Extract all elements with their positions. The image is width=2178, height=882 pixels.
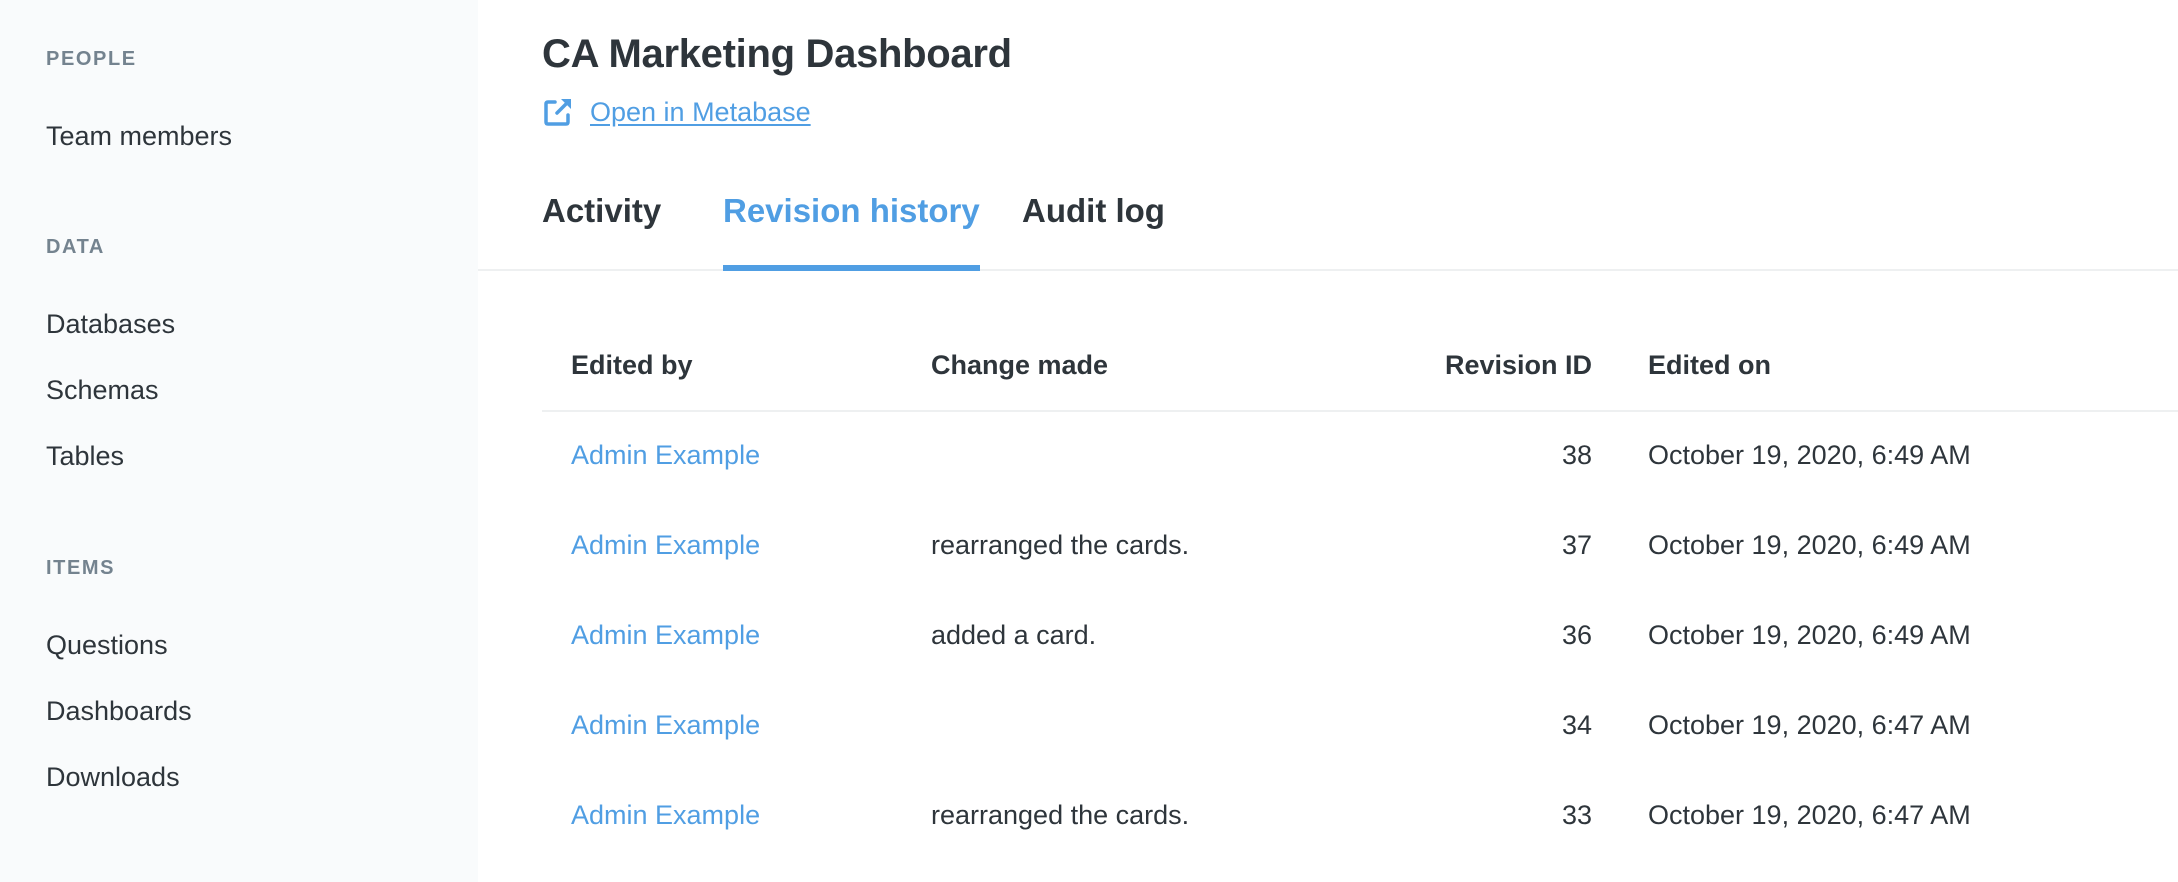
- table-header: Edited by Change made Revision ID Edited…: [542, 330, 2178, 412]
- revision-id: 38: [1561, 440, 1592, 470]
- page-title: CA Marketing Dashboard: [542, 32, 1012, 76]
- sidebar: PEOPLE Team members DATA Databases Schem…: [0, 0, 478, 882]
- tab-activity[interactable]: Activity: [542, 192, 661, 271]
- column-header-edited-on: Edited on: [1648, 350, 1771, 380]
- sidebar-item-schemas[interactable]: Schemas: [46, 375, 159, 406]
- tab-audit-log[interactable]: Audit log: [1022, 192, 1165, 271]
- editor-link[interactable]: Admin Example: [571, 440, 760, 471]
- change-made: rearranged the cards.: [931, 800, 1190, 830]
- edited-on: October 19, 2020, 6:47 AM: [1648, 800, 1971, 830]
- sidebar-heading-data: DATA: [46, 236, 105, 258]
- change-made: added a card.: [931, 620, 1097, 650]
- editor-link[interactable]: Admin Example: [571, 710, 760, 741]
- column-header-revision-id: Revision ID: [1444, 350, 1592, 380]
- table-row: Admin Example added a card. 36 October 1…: [542, 592, 2178, 682]
- column-header-edited-by: Edited by: [571, 350, 693, 380]
- column-header-change-made: Change made: [931, 350, 1109, 380]
- sidebar-item-databases[interactable]: Databases: [46, 309, 175, 340]
- edited-on: October 19, 2020, 6:49 AM: [1648, 440, 1971, 470]
- main-content: CA Marketing Dashboard Open in Metabase …: [478, 0, 2178, 882]
- edited-on: October 19, 2020, 6:49 AM: [1648, 620, 1971, 650]
- editor-link[interactable]: Admin Example: [571, 620, 760, 651]
- sidebar-heading-items: ITEMS: [46, 557, 116, 579]
- tab-revision-history[interactable]: Revision history: [723, 192, 980, 271]
- sidebar-item-team-members[interactable]: Team members: [46, 121, 232, 152]
- sidebar-item-downloads[interactable]: Downloads: [46, 762, 180, 793]
- sidebar-item-questions[interactable]: Questions: [46, 630, 168, 661]
- editor-link[interactable]: Admin Example: [571, 800, 760, 831]
- revision-id: 37: [1561, 530, 1592, 560]
- sidebar-item-tables[interactable]: Tables: [46, 441, 124, 472]
- table-row: Admin Example rearranged the cards. 33 O…: [542, 772, 2178, 862]
- edited-on: October 19, 2020, 6:49 AM: [1648, 530, 1971, 560]
- external-link-icon: [544, 99, 571, 126]
- table-row: Admin Example 34 October 19, 2020, 6:47 …: [542, 682, 2178, 772]
- change-made: rearranged the cards.: [931, 530, 1190, 560]
- tab-bar: Activity Revision history Audit log: [478, 180, 2178, 271]
- open-in-metabase-link[interactable]: Open in Metabase: [542, 96, 811, 128]
- sidebar-item-dashboards[interactable]: Dashboards: [46, 696, 192, 727]
- revision-history-table: Edited by Change made Revision ID Edited…: [542, 330, 2178, 862]
- open-in-metabase-label: Open in Metabase: [590, 96, 811, 127]
- table-row: Admin Example 38 October 19, 2020, 6:49 …: [542, 412, 2178, 502]
- editor-link[interactable]: Admin Example: [571, 530, 760, 561]
- revision-id: 36: [1561, 620, 1592, 650]
- edited-on: October 19, 2020, 6:47 AM: [1648, 710, 1971, 740]
- sidebar-heading-people: PEOPLE: [46, 48, 137, 70]
- revision-id: 33: [1561, 800, 1592, 830]
- table-row: Admin Example rearranged the cards. 37 O…: [542, 502, 2178, 592]
- revision-id: 34: [1561, 710, 1592, 740]
